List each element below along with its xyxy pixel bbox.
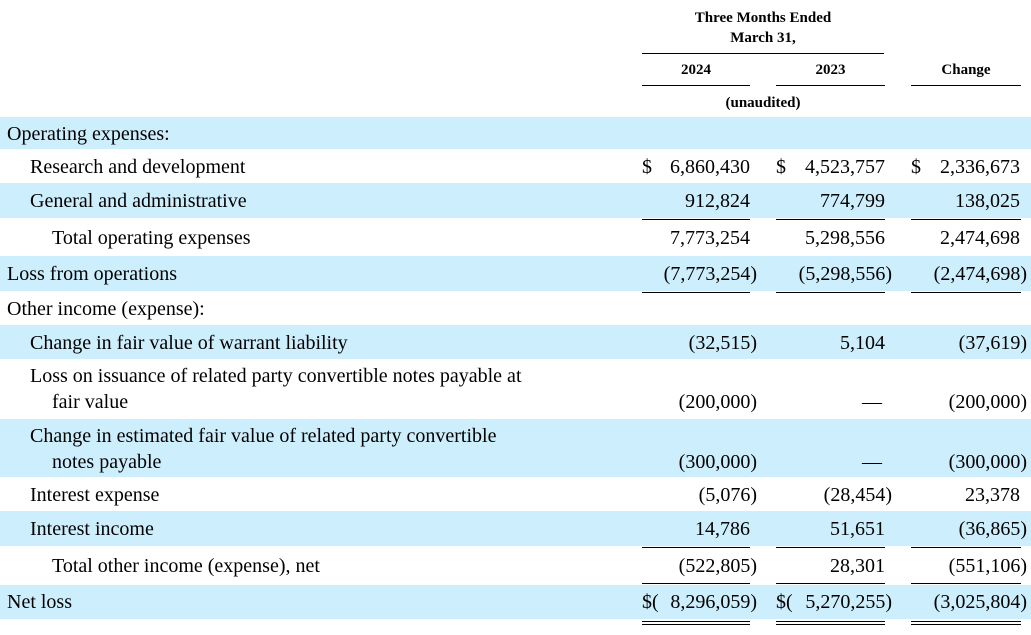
row-label: Research and development bbox=[30, 156, 246, 178]
table-row: Other income (expense): bbox=[0, 293, 1031, 324]
table-row: Net loss $( 8,296,059) $( 5,270,255) (3,… bbox=[0, 585, 1031, 619]
total-double-rule bbox=[911, 621, 1021, 622]
value-2023: 5,104 bbox=[840, 332, 885, 354]
row-label: Total other income (expense), net bbox=[52, 555, 320, 577]
table-row: Interest expense (5,076) (28,454) 23,378 bbox=[0, 478, 1031, 510]
table-row: Loss on issuance of related party conver… bbox=[0, 360, 1031, 418]
column-header-change: Change bbox=[941, 62, 991, 78]
currency-symbol: $ bbox=[776, 156, 786, 178]
value-change: (36,865) bbox=[958, 518, 1027, 540]
row-label: Change in estimated fair value of relate… bbox=[30, 425, 497, 447]
table-row: Total operating expenses 7,773,254 5,298… bbox=[0, 221, 1031, 255]
value-2023: — bbox=[862, 391, 882, 413]
subtotal-rule bbox=[776, 583, 885, 584]
column-header-2024: 2024 bbox=[681, 62, 711, 78]
value-2024: 8,296,059) bbox=[670, 591, 757, 613]
value-change: (3,025,804) bbox=[933, 591, 1027, 613]
value-2024: (522,805) bbox=[678, 555, 757, 577]
value-change: (2,474,698) bbox=[933, 263, 1027, 285]
subtotal-rule bbox=[642, 219, 750, 220]
value-2024: 14,786 bbox=[695, 518, 750, 540]
subtotal-rule bbox=[642, 547, 750, 548]
subtotal-rule bbox=[911, 583, 1021, 584]
col1-header-underline bbox=[642, 85, 750, 86]
subtotal-rule bbox=[642, 583, 750, 584]
col2-header-underline bbox=[776, 85, 885, 86]
table-row: Research and development $ 6,860,430 $ 4… bbox=[0, 150, 1031, 182]
currency-symbol: $ bbox=[642, 156, 652, 178]
column-header-2023: 2023 bbox=[815, 62, 846, 78]
row-label: Loss on issuance of related party conver… bbox=[30, 365, 522, 387]
currency-prefix: $( bbox=[776, 591, 793, 613]
value-2023: — bbox=[862, 451, 882, 473]
value-2023: 28,301 bbox=[830, 555, 885, 577]
value-2024: (300,000) bbox=[678, 451, 757, 473]
subtotal-rule bbox=[776, 547, 885, 548]
currency-prefix: $( bbox=[642, 591, 659, 613]
value-2023: (28,454) bbox=[823, 484, 892, 506]
unaudited-label: (unaudited) bbox=[725, 95, 801, 111]
row-label: Net loss bbox=[7, 591, 72, 613]
row-label: Interest income bbox=[30, 518, 154, 540]
row-label-continued: fair value bbox=[52, 391, 129, 413]
section-label-other-income: Other income (expense): bbox=[7, 298, 205, 320]
row-label: Loss from operations bbox=[7, 263, 177, 285]
value-2024: 912,824 bbox=[685, 190, 750, 212]
value-2024: (5,076) bbox=[698, 484, 757, 506]
row-label-continued: notes payable bbox=[52, 451, 162, 473]
value-change: (551,106) bbox=[948, 555, 1027, 577]
value-2024: (7,773,254) bbox=[663, 263, 757, 285]
value-2023: 5,298,556 bbox=[805, 227, 885, 249]
table-row: Change in estimated fair value of relate… bbox=[0, 419, 1031, 477]
total-double-rule bbox=[642, 621, 750, 622]
value-change: (300,000) bbox=[948, 451, 1027, 473]
value-2023: 5,270,255) bbox=[805, 591, 892, 613]
value-2023: 4,523,757 bbox=[805, 156, 885, 178]
value-2023: 774,799 bbox=[820, 190, 885, 212]
subtotal-rule bbox=[911, 547, 1021, 548]
value-2023: 51,651 bbox=[830, 518, 885, 540]
value-change: (200,000) bbox=[948, 391, 1027, 413]
value-2024: 6,860,430 bbox=[670, 156, 750, 178]
period-title: Three Months Ended bbox=[694, 10, 832, 26]
value-2024: (200,000) bbox=[678, 391, 757, 413]
value-change: 2,336,673 bbox=[940, 156, 1020, 178]
total-double-rule bbox=[776, 624, 885, 625]
row-label: General and administrative bbox=[30, 190, 247, 212]
subtotal-rule bbox=[911, 219, 1021, 220]
section-label-operating: Operating expenses: bbox=[7, 123, 170, 145]
row-label: Total operating expenses bbox=[52, 227, 251, 249]
total-double-rule bbox=[776, 621, 885, 622]
value-change: 23,378 bbox=[965, 484, 1020, 506]
total-double-rule bbox=[911, 624, 1021, 625]
row-label: Change in fair value of warrant liabilit… bbox=[30, 332, 348, 354]
table-row: Loss from operations (7,773,254) (5,298,… bbox=[0, 256, 1031, 291]
table-row: Operating expenses: bbox=[0, 117, 1031, 149]
value-2024: 7,773,254 bbox=[670, 227, 750, 249]
total-double-rule bbox=[642, 624, 750, 625]
value-change: 138,025 bbox=[955, 190, 1020, 212]
period-underline bbox=[642, 53, 884, 54]
row-label: Interest expense bbox=[30, 484, 160, 506]
table-row: General and administrative 912,824 774,7… bbox=[0, 183, 1031, 218]
currency-symbol: $ bbox=[911, 156, 921, 178]
value-2023: (5,298,556) bbox=[798, 263, 892, 285]
value-2024: (32,515) bbox=[688, 332, 757, 354]
value-change: (37,619) bbox=[958, 332, 1027, 354]
period-date: March 31, bbox=[730, 30, 796, 46]
col3-header-underline bbox=[911, 85, 1021, 86]
table-row: Total other income (expense), net (522,8… bbox=[0, 549, 1031, 583]
subtotal-rule bbox=[776, 219, 885, 220]
table-row: Change in fair value of warrant liabilit… bbox=[0, 325, 1031, 359]
table-row: Interest income 14,786 51,651 (36,865) bbox=[0, 511, 1031, 546]
value-change: 2,474,698 bbox=[940, 227, 1020, 249]
